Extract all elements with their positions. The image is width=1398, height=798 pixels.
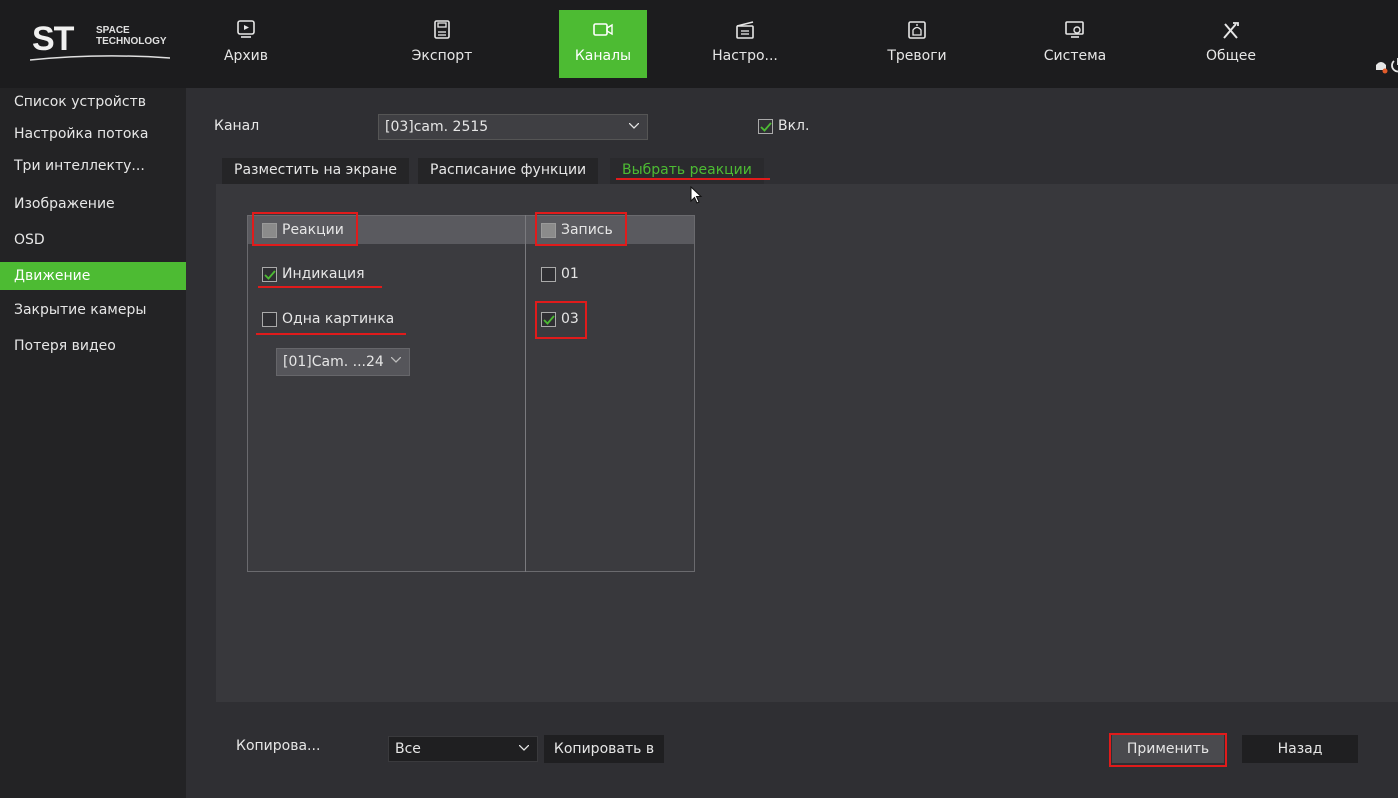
nav-label: Настро... (712, 48, 778, 64)
nav-label: Каналы (574, 48, 632, 64)
copy-label: Копирова... (236, 738, 321, 754)
chevron-down-icon (519, 745, 529, 751)
annotation-box-apply (1109, 733, 1227, 767)
indication-label: Индикация (282, 266, 365, 282)
nav-export[interactable]: Экспорт (398, 10, 486, 78)
clapperboard-icon (736, 21, 754, 39)
channel-select-value: [03]cam. 2515 (385, 119, 489, 135)
sidebar-item-smart[interactable]: Три интеллекту... (0, 152, 186, 180)
archive-play-icon (237, 20, 255, 38)
annotation-underline-single-picture (256, 333, 406, 335)
logo-subtitle: SPACE TECHNOLOGY (96, 25, 167, 47)
nav-label: Архив (223, 48, 269, 64)
check-icon (760, 121, 772, 132)
sidebar-item-tampering[interactable]: Закрытие камеры (0, 296, 186, 324)
sidebar-item-motion[interactable]: Движение (0, 262, 186, 290)
siren-icon (908, 21, 926, 39)
single-picture-select-value: [01]Cam. ...24 (283, 354, 384, 370)
tab-display[interactable]: Разместить на экране (222, 158, 410, 184)
record-01-checkbox[interactable] (541, 266, 556, 282)
tab-reactions[interactable]: Выбрать реакции (610, 158, 764, 184)
nav-settings[interactable]: Настро... (701, 10, 789, 78)
nav-archive[interactable]: Архив (202, 10, 290, 78)
indication-checkbox[interactable] (262, 266, 277, 282)
camera-icon (593, 23, 613, 36)
sidebar-item-image[interactable]: Изображение (0, 190, 186, 218)
single-picture-select[interactable]: [01]Cam. ...24 (276, 348, 410, 376)
logo: ST SPACE TECHNOLOGY (30, 22, 170, 66)
nav-alarms[interactable]: Тревоги (873, 10, 961, 78)
back-button[interactable]: Назад (1242, 735, 1358, 763)
enable-label: Вкл. (778, 118, 810, 134)
tab-schedule[interactable]: Расписание функции (418, 158, 599, 184)
logo-subtitle-line1: SPACE (96, 25, 130, 36)
chevron-down-icon (629, 123, 639, 129)
nav-label: Тревоги (887, 48, 947, 64)
channel-select[interactable]: [03]cam. 2515 (378, 114, 648, 140)
annotation-box-reactions (252, 212, 358, 246)
sidebar-item-stream-settings[interactable]: Настройка потока (0, 120, 186, 148)
single-picture-label: Одна картинка (282, 311, 395, 327)
tools-icon (1223, 22, 1239, 39)
floppy-disk-icon (434, 20, 450, 39)
annotation-box-record-03 (535, 301, 587, 339)
logo-subtitle-line2: TECHNOLOGY (96, 36, 167, 47)
reaction-single-picture[interactable]: Одна картинка (262, 311, 394, 327)
sidebar-item-osd[interactable]: OSD (0, 226, 186, 254)
enable-toggle[interactable]: Вкл. (758, 118, 809, 134)
nav-channels[interactable]: Каналы (559, 10, 647, 78)
nav-label: Система (1043, 48, 1107, 64)
check-icon (264, 269, 276, 280)
column-divider (525, 215, 526, 572)
enable-checkbox[interactable] (758, 118, 773, 134)
nav-general[interactable]: Общее (1187, 10, 1275, 78)
sidebar-item-device-list[interactable]: Список устройств (0, 88, 186, 116)
copy-to-button[interactable]: Копировать в (544, 735, 664, 763)
copy-select-value: Все (395, 741, 421, 757)
logo-swoosh-icon (30, 55, 170, 61)
top-bar: ST SPACE TECHNOLOGY Архив Экспорт Каналы… (0, 0, 1398, 88)
monitor-gear-icon (1065, 21, 1084, 38)
record-channel-01[interactable]: 01 (541, 266, 579, 282)
channel-label: Канал (214, 118, 260, 134)
bell-icon[interactable] (1373, 58, 1389, 74)
logo-mark: ST (32, 20, 74, 58)
single-picture-checkbox[interactable] (262, 311, 277, 327)
annotation-box-record (535, 212, 627, 246)
reaction-indication[interactable]: Индикация (262, 266, 365, 282)
power-icon[interactable] (1390, 56, 1398, 74)
nav-label: Общее (1205, 48, 1257, 64)
nav-system[interactable]: Система (1031, 10, 1119, 78)
copy-select[interactable]: Все (388, 736, 538, 762)
mouse-cursor-icon (690, 186, 703, 204)
record-01-label: 01 (561, 266, 579, 282)
chevron-down-icon (391, 357, 401, 363)
annotation-underline-tab (616, 178, 770, 180)
nav-label: Экспорт (411, 48, 473, 64)
sidebar-item-video-loss[interactable]: Потеря видео (0, 332, 186, 360)
annotation-underline-indication (258, 286, 382, 288)
